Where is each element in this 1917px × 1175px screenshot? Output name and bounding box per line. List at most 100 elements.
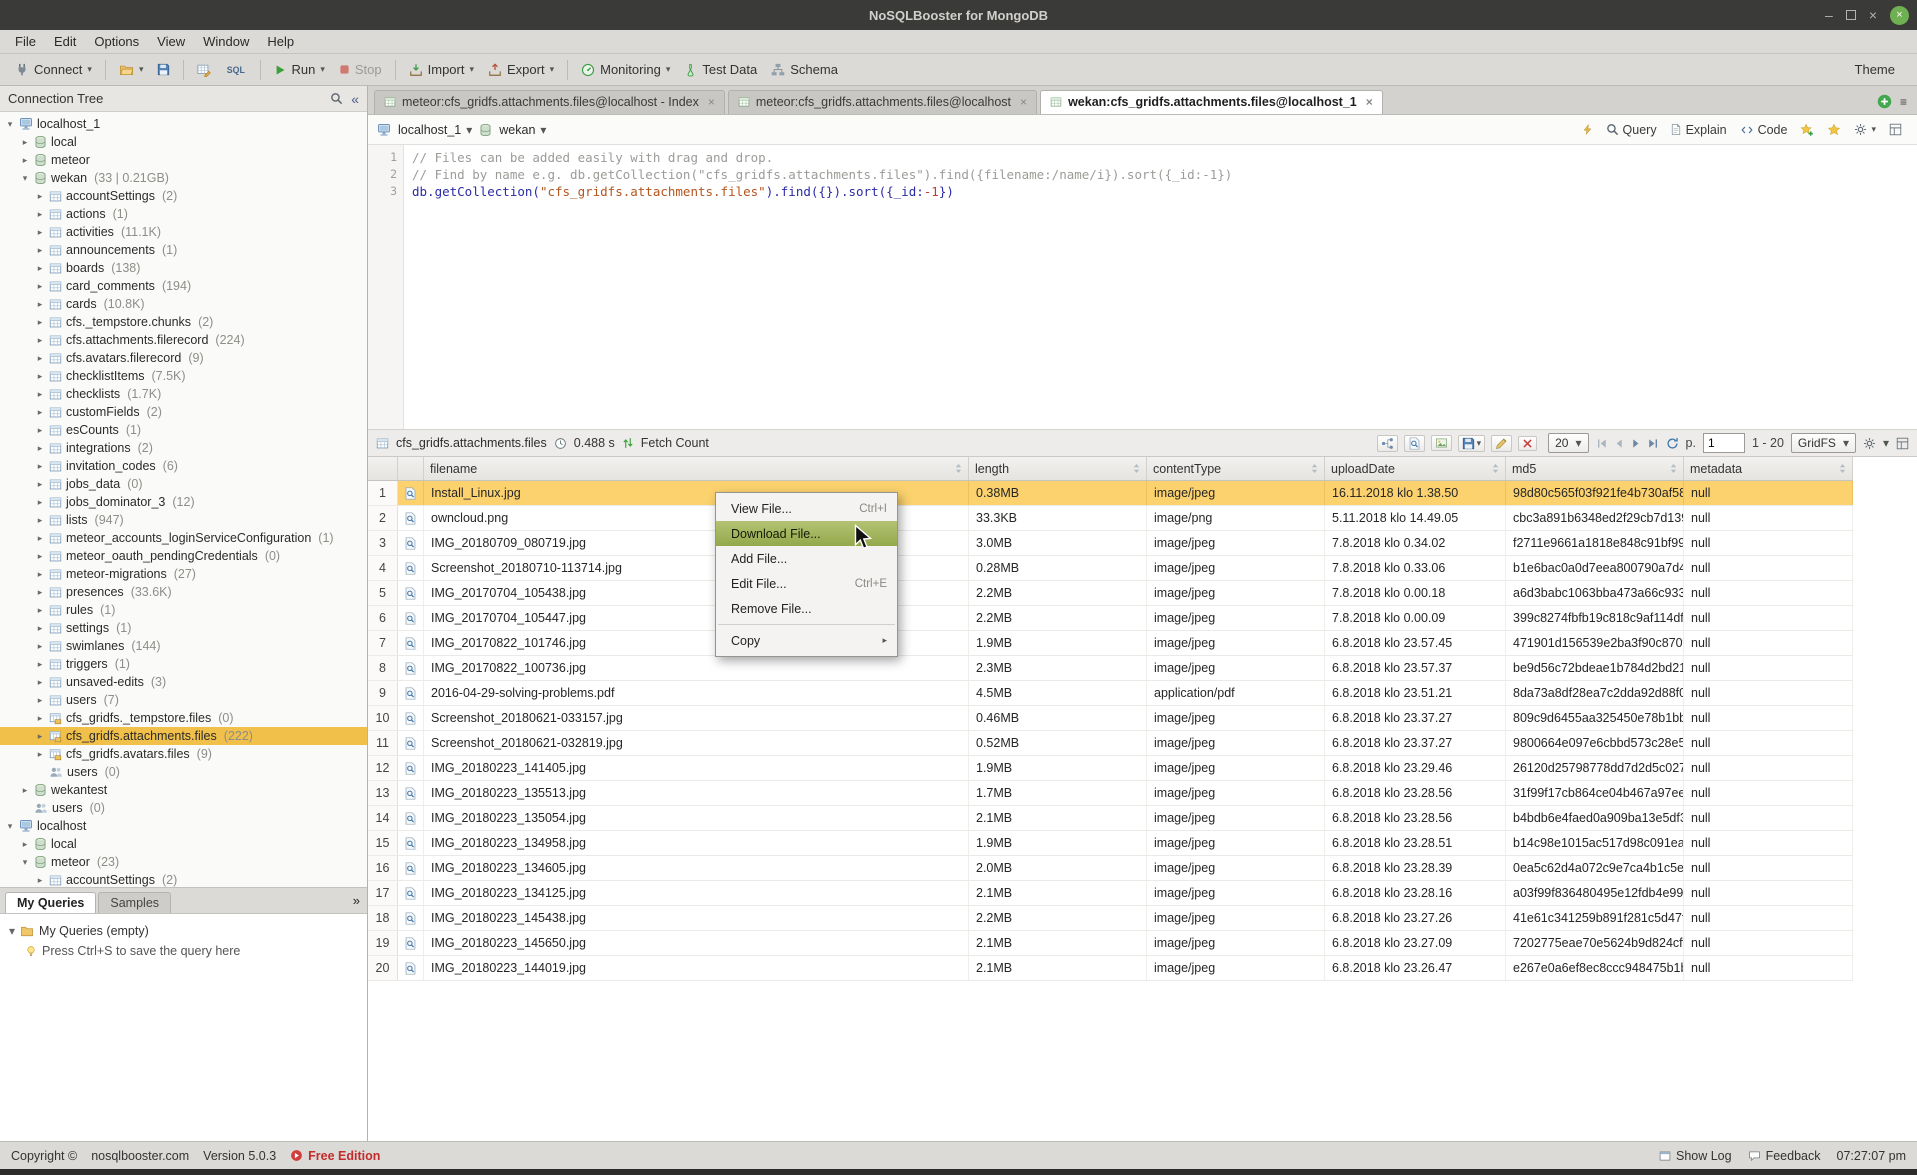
table-row[interactable]: 3IMG_20180709_080719.jpg3.0MBimage/jpeg7… <box>368 531 1853 556</box>
search-icon[interactable] <box>330 92 343 105</box>
tree-item[interactable]: ▸wekantest <box>0 781 367 799</box>
tree-item[interactable]: ▸unsaved-edits(3) <box>0 673 367 691</box>
doc-search-icon[interactable] <box>404 687 417 700</box>
tree-item[interactable]: ▸local <box>0 835 367 853</box>
tree-item[interactable]: ▸meteor_accounts_loginServiceConfigurati… <box>0 529 367 547</box>
layout-icon[interactable] <box>1896 437 1909 450</box>
favorite-add-button[interactable] <box>1800 123 1814 137</box>
row-view-cell[interactable] <box>398 756 424 780</box>
last-page-button[interactable] <box>1647 438 1659 449</box>
column-header-md5[interactable]: md5 <box>1506 457 1684 480</box>
tree-item[interactable]: users(0) <box>0 799 367 817</box>
minimize-button[interactable]: – <box>1825 8 1833 22</box>
tree-expand-icon[interactable]: ▾ <box>5 119 15 130</box>
doc-search-icon[interactable] <box>404 587 417 600</box>
tree-item[interactable]: ▸cards(10.8K) <box>0 295 367 313</box>
tree-item[interactable]: ▸jobs_dominator_3(12) <box>0 493 367 511</box>
website-link[interactable]: nosqlbooster.com <box>91 1149 189 1163</box>
export-results-button[interactable]: ▾ <box>1458 435 1486 452</box>
tree-item[interactable]: ▸meteor <box>0 151 367 169</box>
close-tab-icon[interactable]: × <box>708 96 715 108</box>
doc-search-icon[interactable] <box>404 637 417 650</box>
menu-help[interactable]: Help <box>258 32 303 51</box>
row-view-cell[interactable] <box>398 906 424 930</box>
context-menu-item[interactable]: Edit File...Ctrl+E <box>716 571 897 596</box>
table-row[interactable]: 2owncloud.png33.3KBimage/png5.11.2018 kl… <box>368 506 1853 531</box>
tree-item[interactable]: ▸cfs_gridfs._tempstore.files(0) <box>0 709 367 727</box>
tree-expand-icon[interactable]: ▸ <box>35 677 45 688</box>
tree-expand-icon[interactable]: ▸ <box>35 425 45 436</box>
tree-expand-icon[interactable]: ▸ <box>35 731 45 742</box>
row-view-cell[interactable] <box>398 656 424 680</box>
row-view-cell[interactable] <box>398 581 424 605</box>
tree-expand-icon[interactable]: ▸ <box>35 371 45 382</box>
collapse-sidebar-icon[interactable]: « <box>351 91 359 107</box>
tree-item[interactable]: ▸rules(1) <box>0 601 367 619</box>
feedback-button[interactable]: Feedback <box>1748 1149 1821 1163</box>
more-icon[interactable]: » <box>353 894 360 907</box>
tree-expand-icon[interactable]: ▸ <box>20 785 30 796</box>
code-button[interactable]: Code <box>1740 123 1788 137</box>
tree-item[interactable]: ▸cfs_gridfs.avatars.files(9) <box>0 745 367 763</box>
table-row[interactable]: 13IMG_20180223_135513.jpg1.7MBimage/jpeg… <box>368 781 1853 806</box>
context-menu-item[interactable]: Download File... <box>716 521 897 546</box>
tree-expand-icon[interactable]: ▾ <box>9 925 15 937</box>
doc-search-icon[interactable] <box>404 837 417 850</box>
row-view-cell[interactable] <box>398 731 424 755</box>
tree-item[interactable]: ▾localhost_1 <box>0 115 367 133</box>
tree-item[interactable]: ▸accountSettings(2) <box>0 871 367 887</box>
first-page-button[interactable] <box>1596 438 1608 449</box>
row-view-cell[interactable] <box>398 481 424 505</box>
export-button[interactable]: Export▾ <box>481 59 561 80</box>
menu-options[interactable]: Options <box>85 32 148 51</box>
close-tab-icon[interactable]: × <box>1020 96 1027 108</box>
tree-expand-icon[interactable]: ▸ <box>35 641 45 652</box>
tree-expand-icon[interactable]: ▸ <box>35 443 45 454</box>
doc-search-icon[interactable] <box>404 887 417 900</box>
close-tab-icon[interactable]: × <box>1366 96 1373 108</box>
doc-search-icon[interactable] <box>404 787 417 800</box>
view-image-button[interactable] <box>1431 435 1452 451</box>
chevron-down-icon[interactable]: ▾ <box>1883 437 1889 449</box>
tree-expand-icon[interactable]: ▸ <box>35 389 45 400</box>
tree-expand-icon[interactable]: ▸ <box>20 155 30 166</box>
tree-item[interactable]: ▸cfs_gridfs.attachments.files(222) <box>0 727 367 745</box>
row-view-cell[interactable] <box>398 806 424 830</box>
remove-document-button[interactable] <box>1518 436 1537 451</box>
aggregate-button[interactable] <box>1377 435 1398 452</box>
tree-item[interactable]: ▸checklistItems(7.5K) <box>0 367 367 385</box>
table-row[interactable]: 11Screenshot_20180621-032819.jpg0.52MBim… <box>368 731 1853 756</box>
table-row[interactable]: 12IMG_20180223_141405.jpg1.9MBimage/jpeg… <box>368 756 1853 781</box>
maximize-button[interactable] <box>1846 10 1856 20</box>
row-view-cell[interactable] <box>398 681 424 705</box>
tree-expand-icon[interactable]: ▸ <box>35 605 45 616</box>
menu-window[interactable]: Window <box>194 32 258 51</box>
table-row[interactable]: 15IMG_20180223_134958.jpg1.9MBimage/jpeg… <box>368 831 1853 856</box>
tree-item[interactable]: ▸lists(947) <box>0 511 367 529</box>
table-row[interactable]: 17IMG_20180223_134125.jpg2.1MBimage/jpeg… <box>368 881 1853 906</box>
context-menu-item[interactable]: View File...Ctrl+I <box>716 496 897 521</box>
context-menu-item[interactable]: Add File... <box>716 546 897 571</box>
view-mode-select[interactable]: GridFS ▾ <box>1791 433 1856 453</box>
edit-document-button[interactable] <box>1491 435 1512 452</box>
tree-item[interactable]: ▸integrations(2) <box>0 439 367 457</box>
tree-expand-icon[interactable]: ▸ <box>35 317 45 328</box>
tree-item[interactable]: ▸customFields(2) <box>0 403 367 421</box>
tree-expand-icon[interactable]: ▸ <box>35 749 45 760</box>
next-page-button[interactable] <box>1630 438 1642 449</box>
tree-expand-icon[interactable]: ▸ <box>35 479 45 490</box>
row-view-cell[interactable] <box>398 781 424 805</box>
row-view-cell[interactable] <box>398 881 424 905</box>
row-view-cell[interactable] <box>398 931 424 955</box>
gear-icon[interactable] <box>1863 437 1876 450</box>
import-button[interactable]: Import▾ <box>402 59 481 80</box>
tree-expand-icon[interactable]: ▾ <box>5 821 15 832</box>
doc-search-icon[interactable] <box>404 962 417 975</box>
table-view-button[interactable] <box>190 60 218 80</box>
column-header-filename[interactable]: filename <box>424 457 969 480</box>
tree-item[interactable]: ▸card_comments(194) <box>0 277 367 295</box>
table-row[interactable]: 6IMG_20170704_105447.jpg2.2MBimage/jpeg7… <box>368 606 1853 631</box>
column-header-metadata[interactable]: metadata <box>1684 457 1853 480</box>
tree-item[interactable]: ▸boards(138) <box>0 259 367 277</box>
tree-expand-icon[interactable]: ▾ <box>20 173 30 184</box>
